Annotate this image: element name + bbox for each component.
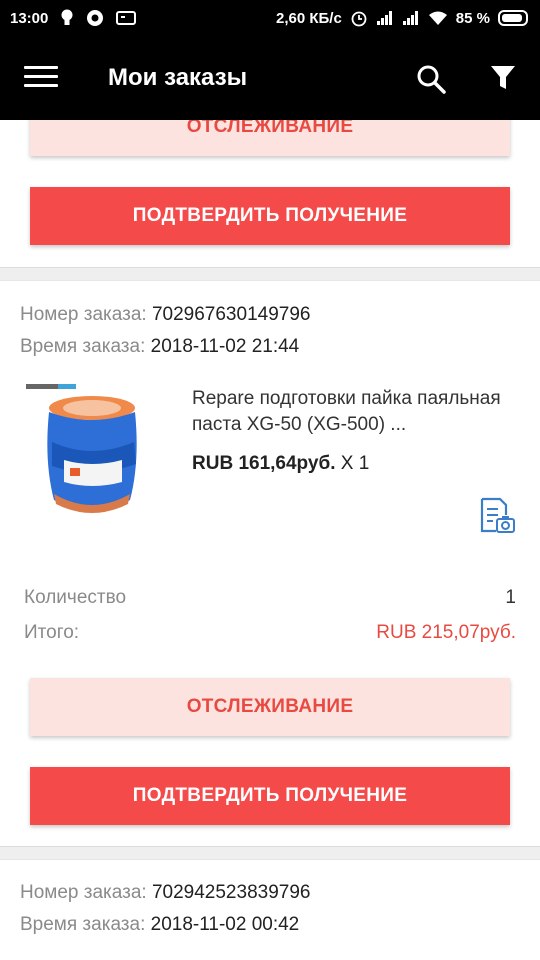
- order-time: Время заказа: 2018-11-02 21:44: [20, 336, 299, 358]
- order-number: Номер заказа: 702942523839796: [20, 882, 310, 904]
- order-divider: [0, 267, 540, 281]
- bulb-icon: [61, 9, 73, 25]
- photo-review-icon[interactable]: [478, 497, 516, 535]
- filter-icon[interactable]: [490, 64, 516, 92]
- track-button-label: ОТСЛЕЖИВАНИЕ: [186, 696, 354, 717]
- network-speed: 2,60 КБ/с: [275, 9, 342, 27]
- alarm-icon: [351, 11, 367, 27]
- order-time-label: Время заказа:: [20, 914, 146, 935]
- product-price: RUB 161,64руб.: [192, 453, 336, 474]
- track-button[interactable]: ОТСЛЕЖИВАНИЕ: [30, 120, 510, 156]
- battery-icon: [498, 10, 528, 26]
- clock: 13:00: [10, 9, 49, 27]
- order-number-value: 702967630149796: [151, 304, 311, 325]
- track-button-label: ОТСЛЕЖИВАНИЕ: [186, 120, 354, 137]
- order-number-label: Номер заказа:: [20, 882, 147, 903]
- product-qty: X 1: [340, 453, 370, 474]
- total-value: RUB 215,07руб.: [376, 622, 516, 643]
- search-icon[interactable]: [416, 64, 446, 94]
- order-time-label: Время заказа:: [20, 336, 146, 357]
- order-number: Номер заказа: 702967630149796: [20, 304, 310, 326]
- quantity-value: 1: [505, 587, 516, 608]
- total-row: Итого: RUB 215,07руб.: [24, 622, 516, 644]
- confirm-button-label: ПОДТВЕРДИТЬ ПОЛУЧЕНИЕ: [132, 205, 408, 226]
- signal-icon: [402, 11, 418, 25]
- page-title: Мои заказы: [108, 64, 248, 91]
- order-time-value: 2018-11-02 21:44: [150, 336, 300, 357]
- confirm-button-label: ПОДТВЕРДИТЬ ПОЛУЧЕНИЕ: [132, 785, 408, 806]
- confirm-receipt-button[interactable]: ПОДТВЕРДИТЬ ПОЛУЧЕНИЕ: [30, 187, 510, 245]
- order-divider: [0, 846, 540, 860]
- battery-percent: 85 %: [455, 9, 490, 27]
- orders-list[interactable]: ОТСЛЕЖИВАНИЕ ПОДТВЕРДИТЬ ПОЛУЧЕНИЕ Номер…: [0, 120, 540, 960]
- product-thumbnail[interactable]: [24, 382, 154, 532]
- gamepad-icon: [116, 11, 137, 25]
- confirm-receipt-button[interactable]: ПОДТВЕРДИТЬ ПОЛУЧЕНИЕ: [30, 767, 510, 825]
- status-bar: 13:00 2,60 КБ/с 85 %: [0, 0, 540, 36]
- chrome-icon: [87, 10, 104, 26]
- app-bar: Мои заказы: [0, 36, 540, 120]
- order-number-label: Номер заказа:: [20, 304, 147, 325]
- quantity-label: Количество: [24, 587, 127, 608]
- menu-icon[interactable]: [24, 66, 58, 88]
- order-time-value: 2018-11-02 00:42: [150, 914, 300, 935]
- product-title[interactable]: Repare подготовки пайка паяльная паста X…: [192, 386, 522, 438]
- track-button[interactable]: ОТСЛЕЖИВАНИЕ: [30, 678, 510, 736]
- total-label: Итого:: [24, 622, 80, 643]
- quantity-row: Количество 1: [24, 587, 516, 609]
- wifi-icon: [428, 11, 447, 25]
- product-price-line: RUB 161,64руб. X 1: [192, 453, 369, 475]
- signal-icon: [376, 11, 392, 25]
- order-time: Время заказа: 2018-11-02 00:42: [20, 914, 299, 936]
- order-number-value: 702942523839796: [151, 882, 311, 903]
